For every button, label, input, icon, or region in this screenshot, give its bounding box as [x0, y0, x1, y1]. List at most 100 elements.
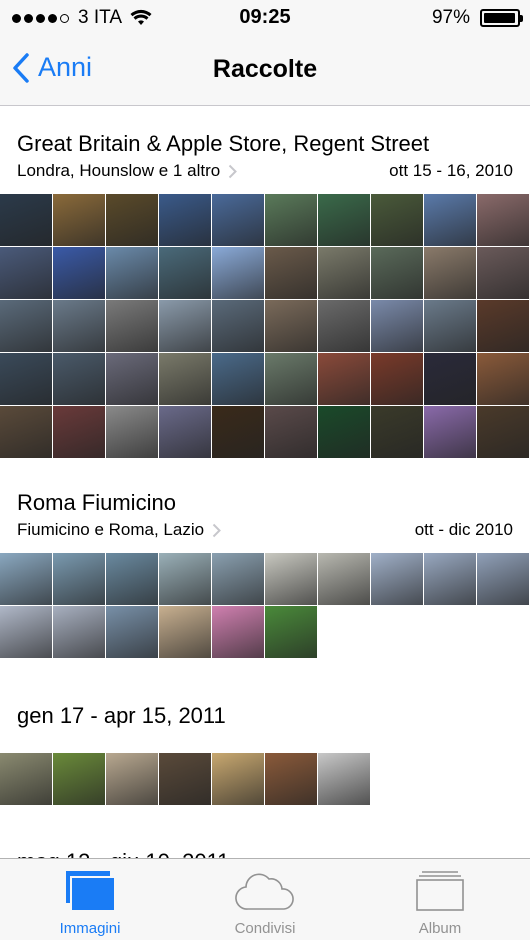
- photo-thumbnail[interactable]: [265, 606, 317, 658]
- photo-thumbnail[interactable]: [318, 406, 370, 458]
- photo-thumbnail[interactable]: [0, 194, 52, 246]
- photo-thumbnail[interactable]: [265, 553, 317, 605]
- photo-thumbnail[interactable]: [318, 353, 370, 405]
- photo-thumbnail[interactable]: [0, 247, 52, 299]
- collection-dates: ott 15 - 16, 2010: [389, 161, 513, 180]
- photo-thumbnail[interactable]: [106, 406, 158, 458]
- photo-thumbnail[interactable]: [371, 194, 423, 246]
- photo-thumbnail[interactable]: [53, 606, 105, 658]
- photo-grid: [0, 753, 529, 805]
- photo-thumbnail[interactable]: [0, 553, 52, 605]
- photo-thumbnail[interactable]: [53, 753, 105, 805]
- tab-album[interactable]: Album: [352, 859, 528, 940]
- collection-subtitle: Londra, Hounslow e 1 altro ott 15 - 16, …: [17, 161, 513, 181]
- photo-thumbnail[interactable]: [424, 300, 476, 352]
- photo-thumbnail[interactable]: [477, 406, 529, 458]
- photo-thumbnail[interactable]: [53, 300, 105, 352]
- photo-thumbnail[interactable]: [424, 247, 476, 299]
- photo-thumbnail[interactable]: [106, 300, 158, 352]
- collection-location-link[interactable]: Fiumicino e Roma, Lazio: [17, 520, 221, 540]
- photo-thumbnail[interactable]: [424, 353, 476, 405]
- photo-thumbnail[interactable]: [0, 300, 52, 352]
- photo-thumbnail[interactable]: [106, 353, 158, 405]
- photo-thumbnail[interactable]: [371, 406, 423, 458]
- tab-label: Immagini: [59, 920, 121, 937]
- photo-thumbnail[interactable]: [159, 406, 211, 458]
- photo-thumbnail[interactable]: [53, 406, 105, 458]
- photo-thumbnail[interactable]: [265, 247, 317, 299]
- photo-thumbnail[interactable]: [265, 753, 317, 805]
- battery-status: 97%: [431, 7, 523, 29]
- photo-thumbnail[interactable]: [265, 194, 317, 246]
- collection-title: mag 12 - giu 10, 2011: [17, 849, 229, 858]
- photo-thumbnail[interactable]: [477, 194, 529, 246]
- photo-thumbnail[interactable]: [106, 194, 158, 246]
- photo-thumbnail[interactable]: [106, 606, 158, 658]
- photo-thumbnail[interactable]: [477, 553, 529, 605]
- collections-list[interactable]: Great Britain & Apple Store, Regent Stre…: [0, 107, 530, 858]
- photo-thumbnail[interactable]: [212, 406, 264, 458]
- photo-thumbnail[interactable]: [371, 300, 423, 352]
- collection-subtitle: Fiumicino e Roma, Lazio ott - dic 2010: [17, 520, 513, 540]
- back-button[interactable]: Anni: [12, 52, 92, 83]
- photo-thumbnail[interactable]: [159, 194, 211, 246]
- battery-percentage: 97%: [431, 7, 470, 28]
- collection-title: gen 17 - apr 15, 2011: [17, 703, 226, 728]
- photo-thumbnail[interactable]: [318, 247, 370, 299]
- photo-thumbnail[interactable]: [265, 406, 317, 458]
- collection-location-link[interactable]: Londra, Hounslow e 1 altro: [17, 161, 238, 181]
- photo-thumbnail[interactable]: [53, 353, 105, 405]
- photo-thumbnail[interactable]: [0, 353, 52, 405]
- photo-thumbnail[interactable]: [371, 247, 423, 299]
- tab-condivisi[interactable]: Condivisi: [177, 859, 353, 940]
- photo-thumbnail[interactable]: [212, 247, 264, 299]
- collection-title: Great Britain & Apple Store, Regent Stre…: [17, 131, 430, 156]
- photo-thumbnail[interactable]: [106, 753, 158, 805]
- collection-location: Fiumicino e Roma, Lazio: [17, 520, 205, 539]
- collection-dates: ott - dic 2010: [414, 520, 513, 539]
- photo-thumbnail[interactable]: [212, 353, 264, 405]
- photo-thumbnail[interactable]: [212, 194, 264, 246]
- photo-thumbnail[interactable]: [265, 300, 317, 352]
- photo-thumbnail[interactable]: [318, 194, 370, 246]
- photo-thumbnail[interactable]: [212, 553, 264, 605]
- photo-thumbnail[interactable]: [106, 247, 158, 299]
- photo-thumbnail[interactable]: [0, 406, 52, 458]
- collection-location: Londra, Hounslow e 1 altro: [17, 161, 221, 180]
- photo-thumbnail[interactable]: [53, 194, 105, 246]
- photo-thumbnail[interactable]: [424, 553, 476, 605]
- photo-thumbnail[interactable]: [424, 406, 476, 458]
- photo-thumbnail[interactable]: [212, 753, 264, 805]
- photo-thumbnail[interactable]: [159, 753, 211, 805]
- photo-grid: [0, 194, 529, 458]
- photo-thumbnail[interactable]: [477, 353, 529, 405]
- tab-immagini[interactable]: Immagini: [2, 859, 178, 940]
- photo-thumbnail[interactable]: [212, 300, 264, 352]
- photo-thumbnail[interactable]: [477, 247, 529, 299]
- photo-thumbnail[interactable]: [53, 247, 105, 299]
- photo-thumbnail[interactable]: [371, 553, 423, 605]
- photo-thumbnail[interactable]: [318, 300, 370, 352]
- photo-grid: [0, 553, 529, 658]
- photo-thumbnail[interactable]: [318, 553, 370, 605]
- photo-thumbnail[interactable]: [318, 753, 370, 805]
- photo-thumbnail[interactable]: [477, 300, 529, 352]
- photo-thumbnail[interactable]: [212, 606, 264, 658]
- photo-thumbnail[interactable]: [159, 300, 211, 352]
- photo-thumbnail[interactable]: [106, 553, 158, 605]
- photo-thumbnail[interactable]: [53, 553, 105, 605]
- photo-thumbnail[interactable]: [159, 353, 211, 405]
- album-icon: [416, 871, 464, 911]
- photo-thumbnail[interactable]: [371, 353, 423, 405]
- photo-thumbnail[interactable]: [159, 553, 211, 605]
- cloud-icon: [235, 873, 294, 910]
- photo-thumbnail[interactable]: [265, 353, 317, 405]
- photo-thumbnail[interactable]: [0, 606, 52, 658]
- photo-thumbnail[interactable]: [0, 753, 52, 805]
- photo-thumbnail[interactable]: [159, 606, 211, 658]
- battery-icon: [480, 9, 523, 27]
- tab-label: Album: [418, 920, 462, 937]
- back-button-label: Anni: [38, 52, 93, 82]
- photo-thumbnail[interactable]: [424, 194, 476, 246]
- photo-thumbnail[interactable]: [159, 247, 211, 299]
